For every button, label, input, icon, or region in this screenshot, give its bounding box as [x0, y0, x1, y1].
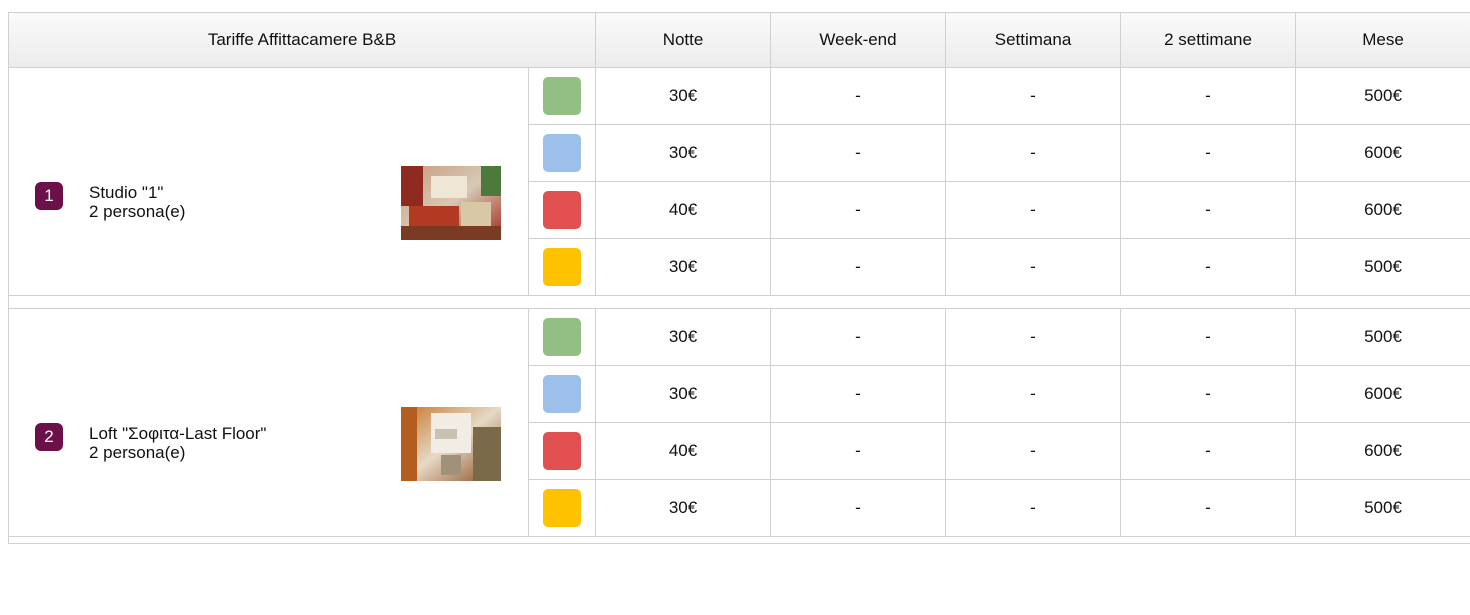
price-settimana: -	[945, 124, 1122, 182]
price-settimana: -	[945, 308, 1122, 366]
price-notte: 30€	[595, 238, 772, 296]
price-2-settimane: -	[1120, 67, 1297, 125]
rates-table-container: Tariffe Affittacamere B&B Notte Week-end…	[7, 12, 1470, 544]
season-color-cell	[527, 365, 597, 423]
season-swatch-green	[543, 77, 581, 115]
price-weekend: -	[770, 479, 947, 537]
season-color-cell	[527, 479, 597, 537]
price-notte: 40€	[595, 181, 772, 239]
room-info-cell: 1 Studio "1" 2 persona(e)	[8, 67, 529, 296]
col-header-mese: Mese	[1295, 12, 1470, 68]
rates-body: 1 Studio "1" 2 persona(e) 30€ - - -500€ 30€ - - -6…	[7, 67, 1470, 544]
season-swatch-blue	[543, 134, 581, 172]
rates-table: Tariffe Affittacamere B&B Notte Week-end…	[7, 12, 1470, 544]
room-photo-thumbnail[interactable]	[401, 166, 501, 240]
price-mese: 500€	[1295, 479, 1470, 537]
price-2-settimane: -	[1120, 479, 1297, 537]
price-notte: 30€	[595, 365, 772, 423]
price-notte: 30€	[595, 67, 772, 125]
season-color-cell	[527, 308, 597, 366]
price-weekend: -	[770, 124, 947, 182]
price-notte: 30€	[595, 124, 772, 182]
price-2-settimane: -	[1120, 365, 1297, 423]
price-mese: 600€	[1295, 422, 1470, 480]
season-color-cell	[527, 67, 597, 125]
price-settimana: -	[945, 181, 1122, 239]
season-swatch-yellow	[543, 248, 581, 286]
price-mese: 500€	[1295, 238, 1470, 296]
price-weekend: -	[770, 238, 947, 296]
table-row: 2 Loft "Σοφιτα-Last Floor" 2 persona(e) 30€…	[8, 308, 1470, 537]
price-weekend: -	[770, 308, 947, 366]
room-number-badge: 2	[35, 423, 63, 451]
room-name[interactable]: Loft "Σοφιτα-Last Floor" 2 persona(e)	[89, 424, 266, 462]
price-weekend: -	[770, 422, 947, 480]
price-settimana: -	[945, 422, 1122, 480]
price-settimana: -	[945, 67, 1122, 125]
price-2-settimane: -	[1120, 238, 1297, 296]
room-title[interactable]: Studio "1"	[89, 183, 185, 202]
col-header-2-settimane: 2 settimane	[1120, 12, 1297, 68]
header-row: Tariffe Affittacamere B&B Notte Week-end…	[7, 12, 1470, 68]
price-notte: 40€	[595, 422, 772, 480]
price-settimana: -	[945, 238, 1122, 296]
room-title[interactable]: Loft "Σοφιτα-Last Floor"	[89, 424, 266, 443]
room-number-badge: 1	[35, 182, 63, 210]
price-notte: 30€	[595, 308, 772, 366]
room-capacity: 2 persona(e)	[89, 443, 186, 462]
season-color-cell	[527, 422, 597, 480]
price-2-settimane: -	[1120, 181, 1297, 239]
price-mese: 500€	[1295, 67, 1470, 125]
price-mese: 600€	[1295, 365, 1470, 423]
price-notte: 30€	[595, 479, 772, 537]
room-name[interactable]: Studio "1" 2 persona(e)	[89, 183, 185, 221]
season-swatch-red	[543, 191, 581, 229]
season-color-cell	[527, 238, 597, 296]
season-swatch-blue	[543, 375, 581, 413]
room-info-cell: 2 Loft "Σοφιτα-Last Floor" 2 persona(e)	[8, 308, 529, 537]
price-2-settimane: -	[1120, 308, 1297, 366]
price-mese: 500€	[1295, 308, 1470, 366]
col-header-weekend: Week-end	[770, 12, 947, 68]
room-separator	[7, 295, 1470, 309]
table-footer-row	[7, 536, 1470, 544]
price-mese: 600€	[1295, 124, 1470, 182]
season-color-cell	[527, 124, 597, 182]
season-swatch-yellow	[543, 489, 581, 527]
room-photo-thumbnail[interactable]	[401, 407, 501, 481]
col-header-settimana: Settimana	[945, 12, 1122, 68]
col-header-notte: Notte	[595, 12, 772, 68]
price-weekend: -	[770, 67, 947, 125]
price-weekend: -	[770, 365, 947, 423]
room-capacity: 2 persona(e)	[89, 202, 186, 221]
season-swatch-red	[543, 432, 581, 470]
price-settimana: -	[945, 365, 1122, 423]
table-row: 1 Studio "1" 2 persona(e) 30€ - - -500€	[8, 67, 1470, 296]
price-mese: 600€	[1295, 181, 1470, 239]
price-weekend: -	[770, 181, 947, 239]
price-settimana: -	[945, 479, 1122, 537]
price-2-settimane: -	[1120, 422, 1297, 480]
season-swatch-green	[543, 318, 581, 356]
table-title: Tariffe Affittacamere B&B	[7, 12, 597, 68]
season-color-cell	[527, 181, 597, 239]
price-2-settimane: -	[1120, 124, 1297, 182]
